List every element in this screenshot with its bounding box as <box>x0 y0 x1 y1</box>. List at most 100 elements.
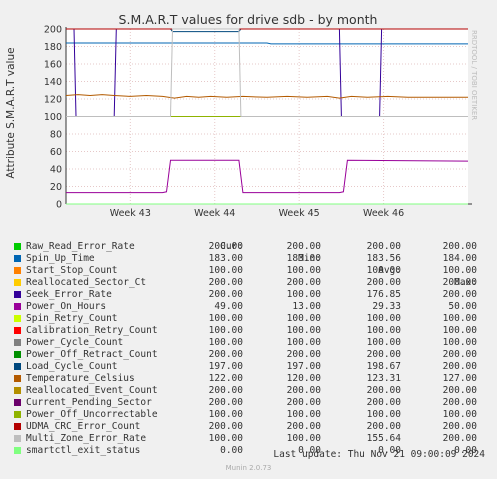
legend-max: 200.00 <box>442 361 477 372</box>
legend-series-name: Power_Cycle_Count <box>26 337 124 348</box>
y-tick-label: 20 <box>50 182 62 193</box>
legend-swatch <box>14 435 21 442</box>
legend-min: 200.00 <box>286 277 321 288</box>
legend-series-name: Raw_Read_Error_Rate <box>26 241 135 252</box>
legend-cur: 100.00 <box>208 313 243 324</box>
legend-cur: 183.00 <box>208 253 243 264</box>
legend-max: 200.00 <box>442 421 477 432</box>
legend-min: 200.00 <box>286 349 321 360</box>
legend-avg: 100.00 <box>366 313 401 324</box>
legend-min: 183.00 <box>286 253 321 264</box>
legend-cur: 200.00 <box>208 349 243 360</box>
legend-cur: 200.00 <box>208 289 243 300</box>
legend-series-name: Spin_Up_Time <box>26 253 95 264</box>
legend-cur: 100.00 <box>208 265 243 276</box>
legend-swatch <box>14 279 21 286</box>
legend-row: Power_On_Hours 49.00 13.00 29.33 50.00 <box>0 301 497 313</box>
x-tick-label: Week 44 <box>194 208 235 219</box>
legend-row: Power_Off_Retract_Count 200.00 200.00 200.0… <box>0 349 497 361</box>
y-tick-label: 120 <box>44 95 62 106</box>
legend-row: Power_Cycle_Count 100.00 100.00 100.00 100.0… <box>0 337 497 349</box>
legend-cur: 200.00 <box>208 385 243 396</box>
legend-row: Load_Cycle_Count 197.00 197.00 198.67 200.00 <box>0 361 497 373</box>
legend-avg: 200.00 <box>366 277 401 288</box>
legend-avg: 100.00 <box>366 265 401 276</box>
legend-series-name: Power_Off_Retract_Count <box>26 349 158 360</box>
legend-min: 200.00 <box>286 397 321 408</box>
legend-min: 120.00 <box>286 373 321 384</box>
legend-max: 50.00 <box>448 301 477 312</box>
legend-min: 100.00 <box>286 289 321 300</box>
legend-min: 197.00 <box>286 361 321 372</box>
legend-avg: 183.56 <box>366 253 401 264</box>
legend-series-name: UDMA_CRC_Error_Count <box>26 421 141 432</box>
last-update: Last update: Thu Nov 21 09:00:09 2024 <box>273 449 485 460</box>
legend-series-name: Seek_Error_Rate <box>26 289 112 300</box>
legend-row: Reallocated_Event_Count 200.00 200.00 200.0… <box>0 385 497 397</box>
legend-avg: 29.33 <box>372 301 401 312</box>
legend-row: Seek_Error_Rate 200.00 100.00 176.85 200.00 <box>0 289 497 301</box>
legend-cur: 200.00 <box>208 397 243 408</box>
legend-avg: 123.31 <box>366 373 401 384</box>
legend-row: Multi_Zone_Error_Rate 100.00 100.00 155.64 2… <box>0 433 497 445</box>
legend-series-name: Power_Off_Uncorrectable <box>26 409 158 420</box>
legend-swatch <box>14 315 21 322</box>
legend-max: 200.00 <box>442 385 477 396</box>
legend-max: 100.00 <box>442 409 477 420</box>
legend-max: 100.00 <box>442 265 477 276</box>
legend-avg: 176.85 <box>366 289 401 300</box>
legend-swatch <box>14 339 21 346</box>
legend-max: 184.00 <box>442 253 477 264</box>
legend-max: 200.00 <box>442 241 477 252</box>
x-tick-label: Week 45 <box>279 208 320 219</box>
legend-row: Spin_Up_Time 183.00 183.00 183.56 184.00 <box>0 253 497 265</box>
legend-swatch <box>14 351 21 358</box>
legend-min: 100.00 <box>286 325 321 336</box>
legend-min: 100.00 <box>286 265 321 276</box>
legend-series-name: smartctl_exit_status <box>26 445 141 456</box>
legend-avg: 200.00 <box>366 349 401 360</box>
legend-cur: 200.00 <box>208 421 243 432</box>
legend-min: 100.00 <box>286 409 321 420</box>
legend-row: UDMA_CRC_Error_Count 200.00 200.00 200.00 20… <box>0 421 497 433</box>
legend-avg: 200.00 <box>366 397 401 408</box>
legend-avg: 200.00 <box>366 421 401 432</box>
footer: Munin 2.0.73 <box>225 464 272 472</box>
legend: Cur: Min: Avg: Max: Raw_Read_Error_Rate 2… <box>0 229 497 457</box>
legend-row: Raw_Read_Error_Rate 200.00 200.00 200.00 200… <box>0 241 497 253</box>
legend-series-name: Start_Stop_Count <box>26 265 118 276</box>
legend-row: Reallocated_Sector_Ct 200.00 200.00 200.00 2… <box>0 277 497 289</box>
legend-avg: 198.67 <box>366 361 401 372</box>
legend-avg: 155.64 <box>366 433 401 444</box>
legend-series-name: Reallocated_Sector_Ct <box>26 277 147 288</box>
legend-avg: 200.00 <box>366 385 401 396</box>
legend-cur: 100.00 <box>208 325 243 336</box>
legend-avg: 200.00 <box>366 241 401 252</box>
legend-swatch <box>14 375 21 382</box>
y-tick-label: 140 <box>44 77 62 88</box>
y-tick-label: 100 <box>44 112 62 123</box>
legend-cur: 122.00 <box>208 373 243 384</box>
legend-series-name: Reallocated_Event_Count <box>26 385 158 396</box>
y-tick-label: 40 <box>50 165 62 176</box>
legend-swatch <box>14 447 21 454</box>
legend-avg: 100.00 <box>366 409 401 420</box>
legend-series-name: Load_Cycle_Count <box>26 361 118 372</box>
legend-max: 100.00 <box>442 325 477 336</box>
legend-max: 200.00 <box>442 397 477 408</box>
legend-avg: 100.00 <box>366 337 401 348</box>
legend-series-name: Temperature_Celsius <box>26 373 135 384</box>
legend-row: Calibration_Retry_Count 100.00 100.00 100.0… <box>0 325 497 337</box>
legend-swatch <box>14 267 21 274</box>
legend-max: 200.00 <box>442 349 477 360</box>
legend-swatch <box>14 255 21 262</box>
y-tick-label: 0 <box>56 200 62 211</box>
legend-series-name: Power_On_Hours <box>26 301 107 312</box>
side-label: RRDTOOL / TOBI OETIKER <box>470 30 478 121</box>
legend-min: 200.00 <box>286 241 321 252</box>
legend-cur: 0.00 <box>220 445 243 456</box>
x-tick-label: Week 43 <box>110 208 151 219</box>
legend-swatch <box>14 243 21 250</box>
legend-swatch <box>14 327 21 334</box>
legend-max: 200.00 <box>442 289 477 300</box>
